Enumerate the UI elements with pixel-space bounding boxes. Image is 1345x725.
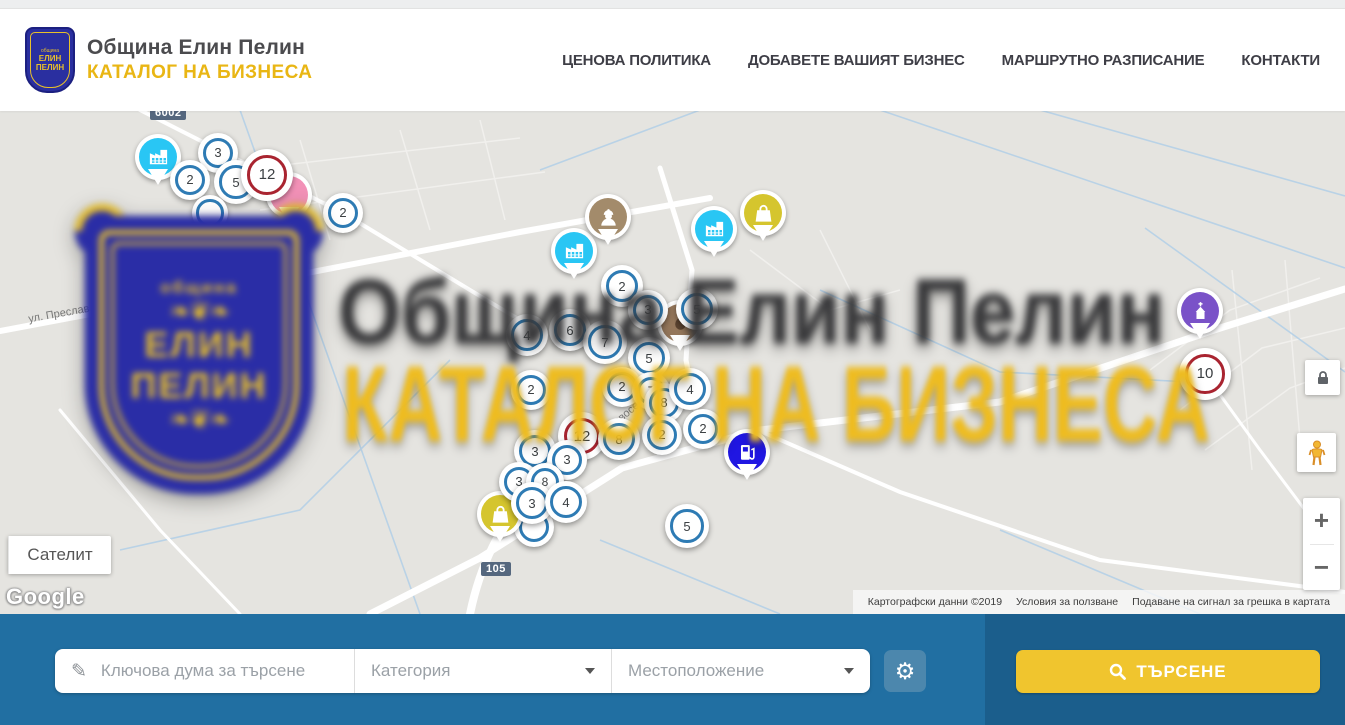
search-button[interactable]: ТЪРСЕНЕ (1016, 650, 1320, 693)
keyword-search-input[interactable] (99, 660, 333, 682)
street-view-pegman[interactable] (1297, 433, 1336, 472)
chevron-down-icon (844, 668, 854, 674)
search-fields-group: ✎ Категория Местоположение (55, 649, 870, 693)
bag-pin[interactable] (740, 190, 786, 236)
municipality-logo-icon: община ЕЛИН ПЕЛИН (25, 27, 75, 93)
factory-pin[interactable] (691, 206, 737, 252)
church-pin[interactable] (1177, 288, 1223, 334)
brand[interactable]: община ЕЛИН ПЕЛИН Община Елин Пелин КАТА… (25, 27, 312, 93)
nav-item-pricing-policy[interactable]: ЦЕНОВА ПОЛИТИКА (562, 52, 711, 69)
watermark-subtitle: КАТАЛОГ НА БИЗНЕСА (342, 350, 1210, 458)
church-icon (1181, 292, 1219, 330)
gear-icon: ⚙ (895, 658, 916, 685)
cluster-marker[interactable]: 2 (323, 193, 363, 233)
nav-item-contacts[interactable]: КОНТАКТИ (1241, 52, 1320, 69)
category-dropdown[interactable]: Категория (355, 649, 612, 693)
map-type-control: Карта Сателит (8, 536, 111, 574)
road-number-badge: 6002 (150, 110, 186, 120)
satellite-view-button[interactable]: Сателит (8, 536, 111, 574)
advanced-settings-button[interactable]: ⚙ (884, 650, 926, 692)
cluster-marker[interactable]: 5 (665, 504, 709, 548)
header: община ЕЛИН ПЕЛИН Община Елин Пелин КАТА… (0, 8, 1345, 111)
attribution-terms-link[interactable]: Условия за ползване (1009, 596, 1125, 608)
lock-icon (1315, 370, 1331, 386)
location-dropdown[interactable]: Местоположение (612, 649, 870, 693)
search-icon (1109, 663, 1126, 680)
worker-icon (589, 198, 627, 236)
map[interactable]: ул. Преслав бул. „Новосел 6002 105 32512… (0, 110, 1345, 614)
zoom-control: + − (1303, 498, 1340, 590)
worker-pin[interactable] (585, 194, 631, 240)
attribution-copyright: Картографски данни ©2019 (861, 596, 1009, 608)
site-subtitle: КАТАЛОГ НА БИЗНЕСА (87, 62, 312, 84)
chevron-down-icon (585, 668, 595, 674)
factory-icon (695, 210, 733, 248)
lock-button[interactable] (1305, 360, 1340, 395)
zoom-out-button[interactable]: − (1303, 545, 1340, 590)
nav-item-add-business[interactable]: ДОБАВЕТЕ ВАШИЯТ БИЗНЕС (748, 52, 965, 69)
pencil-icon: ✎ (71, 660, 87, 683)
google-logo[interactable]: Google (6, 584, 85, 610)
search-bar: ✎ Категория Местоположение ⚙ ТЪРСЕНЕ (0, 614, 1345, 725)
attribution-report-link[interactable]: Подаване на сигнал за грешка в картата (1125, 596, 1337, 608)
map-attribution: Картографски данни ©2019 Условия за полз… (853, 590, 1345, 614)
page: община ЕЛИН ПЕЛИН Община Елин Пелин КАТА… (0, 0, 1345, 725)
cluster-marker[interactable]: 12 (241, 149, 293, 201)
pegman-icon (1306, 440, 1328, 466)
nav-item-route-schedule[interactable]: МАРШРУТНО РАЗПИСАНИЕ (1002, 52, 1205, 69)
zoom-in-button[interactable]: + (1303, 498, 1340, 543)
keyword-field[interactable]: ✎ (55, 649, 355, 693)
main-nav: ЦЕНОВА ПОЛИТИКА ДОБАВЕТЕ ВАШИЯТ БИЗНЕС М… (562, 52, 1320, 69)
bag-icon (744, 194, 782, 232)
site-title: Община Елин Пелин (87, 36, 312, 60)
cluster-marker[interactable]: 2 (170, 160, 210, 200)
road-number-badge: 105 (481, 562, 511, 576)
cluster-marker[interactable]: 4 (545, 481, 587, 523)
watermark-logo-shield: община ❧❦❧ ЕЛИН ПЕЛИН ❧❦❧ (85, 216, 313, 494)
